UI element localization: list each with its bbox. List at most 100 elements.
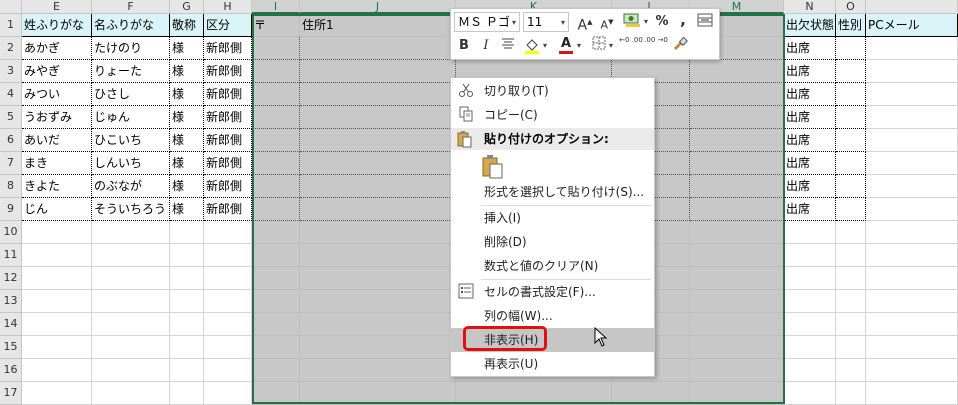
cell[interactable]: たけのり	[92, 37, 170, 60]
cell[interactable]	[252, 221, 300, 244]
cell[interactable]	[204, 267, 252, 290]
cell[interactable]	[204, 244, 252, 267]
cell[interactable]: 新郎側	[204, 60, 252, 83]
cell[interactable]	[300, 106, 456, 129]
cell[interactable]: 区分	[204, 14, 252, 37]
cell[interactable]: 様	[170, 37, 204, 60]
cell[interactable]: じゅん	[92, 106, 170, 129]
column-header[interactable]: O	[836, 0, 866, 14]
row-header[interactable]: 14	[0, 313, 22, 336]
cell[interactable]	[784, 313, 836, 336]
cell[interactable]	[300, 60, 456, 83]
cell[interactable]	[252, 336, 300, 359]
column-header[interactable]: N	[784, 0, 836, 14]
cell[interactable]: 新郎側	[204, 83, 252, 106]
row-header[interactable]: 12	[0, 267, 22, 290]
cell[interactable]: りょーた	[92, 60, 170, 83]
cell[interactable]	[252, 244, 300, 267]
cell[interactable]	[300, 198, 456, 221]
cell[interactable]	[92, 359, 170, 382]
menu-item-cut[interactable]: 切り取り(T)	[451, 79, 654, 103]
cell[interactable]	[300, 83, 456, 106]
cell[interactable]: きよた	[22, 175, 92, 198]
cell[interactable]: そういちろう	[92, 198, 170, 221]
select-all-corner[interactable]	[0, 0, 22, 14]
cell[interactable]	[836, 152, 866, 175]
cell[interactable]: 敬称	[170, 14, 204, 37]
cell[interactable]	[836, 83, 866, 106]
cell[interactable]	[836, 382, 866, 405]
column-header[interactable]: G	[170, 0, 204, 14]
cell[interactable]: 様	[170, 198, 204, 221]
menu-item-copy[interactable]: コピー(C)	[451, 103, 654, 127]
cell[interactable]	[836, 60, 866, 83]
align-center-icon[interactable]	[498, 36, 518, 56]
cell[interactable]: 出席	[784, 198, 836, 221]
cell[interactable]	[866, 221, 958, 244]
cell[interactable]: まき	[22, 152, 92, 175]
cell[interactable]: 〒	[252, 14, 300, 37]
menu-item-format-cells[interactable]: セルの書式設定(F)...	[451, 280, 654, 304]
cell[interactable]	[690, 244, 784, 267]
row-header[interactable]: 1	[0, 14, 22, 37]
cell[interactable]	[866, 37, 958, 60]
cell[interactable]	[252, 106, 300, 129]
cell[interactable]	[836, 221, 866, 244]
cell[interactable]	[300, 244, 456, 267]
cell[interactable]	[22, 336, 92, 359]
cell[interactable]	[784, 359, 836, 382]
cell[interactable]	[866, 152, 958, 175]
cell[interactable]	[204, 290, 252, 313]
cell[interactable]	[252, 382, 300, 405]
cell[interactable]	[170, 221, 204, 244]
cell[interactable]	[866, 313, 958, 336]
cell[interactable]: みつい	[22, 83, 92, 106]
cell[interactable]	[836, 290, 866, 313]
cell[interactable]	[170, 313, 204, 336]
cell[interactable]: 新郎側	[204, 175, 252, 198]
cell[interactable]	[170, 244, 204, 267]
row-header[interactable]: 8	[0, 175, 22, 198]
row-header[interactable]: 3	[0, 60, 22, 83]
cell[interactable]: うおずみ	[22, 106, 92, 129]
cell[interactable]: 姓ふりがな	[22, 14, 92, 37]
row-header[interactable]: 15	[0, 336, 22, 359]
menu-item-clear[interactable]: 数式と値のクリア(N)	[451, 254, 654, 278]
font-size-box[interactable]: 11 ▾	[523, 12, 569, 32]
cell[interactable]: 住所1	[300, 14, 456, 37]
cell[interactable]: あいだ	[22, 129, 92, 152]
cell[interactable]: 様	[170, 175, 204, 198]
cell[interactable]	[836, 198, 866, 221]
cell[interactable]: 出席	[784, 175, 836, 198]
cell[interactable]: 新郎側	[204, 152, 252, 175]
cell[interactable]	[22, 267, 92, 290]
menu-item-paste-special[interactable]: 形式を選択して貼り付け(S)...	[451, 180, 654, 204]
cell[interactable]	[300, 221, 456, 244]
cell[interactable]	[690, 221, 784, 244]
cell[interactable]	[690, 267, 784, 290]
cell[interactable]	[252, 152, 300, 175]
cell[interactable]	[204, 336, 252, 359]
cell[interactable]	[300, 267, 456, 290]
cell[interactable]: 新郎側	[204, 106, 252, 129]
cell[interactable]	[690, 106, 784, 129]
cell[interactable]	[300, 290, 456, 313]
column-header[interactable]: I	[252, 0, 300, 14]
row-header[interactable]: 13	[0, 290, 22, 313]
cell[interactable]	[866, 244, 958, 267]
cell[interactable]: みやぎ	[22, 60, 92, 83]
cell[interactable]	[204, 221, 252, 244]
cell[interactable]	[866, 198, 958, 221]
cell[interactable]: 新郎側	[204, 37, 252, 60]
cell[interactable]	[690, 313, 784, 336]
cell[interactable]: 出席	[784, 37, 836, 60]
cell[interactable]	[836, 244, 866, 267]
cell[interactable]	[252, 267, 300, 290]
cell[interactable]: 様	[170, 83, 204, 106]
cell[interactable]: ひさし	[92, 83, 170, 106]
cell[interactable]	[300, 359, 456, 382]
cell[interactable]	[836, 359, 866, 382]
cell[interactable]	[836, 37, 866, 60]
row-header[interactable]: 16	[0, 359, 22, 382]
format-painter-icon[interactable]	[670, 36, 690, 56]
